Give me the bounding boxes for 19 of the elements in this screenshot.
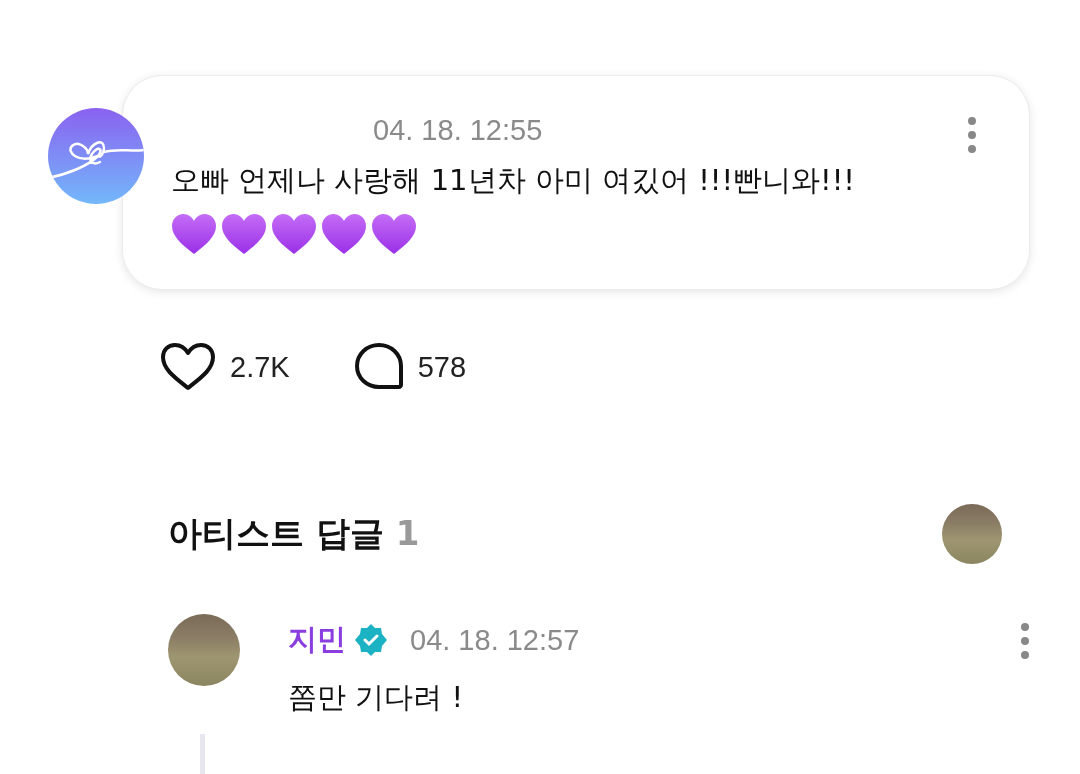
more-options-icon[interactable] (1020, 622, 1030, 660)
heart-emoji (221, 213, 267, 255)
more-options-icon[interactable] (967, 116, 977, 154)
comment-text: 오빠 언제나 사랑해 11년차 아미 여깄어 !!!빤니와!!! (171, 162, 856, 199)
reply-text: 쫌만 기다려 ! (288, 679, 465, 716)
speech-bubble-icon[interactable] (353, 342, 404, 392)
heart-icon[interactable] (160, 342, 216, 392)
reply-count: 578 (417, 350, 467, 384)
timestamp: 04. 18. 12:55 (373, 114, 543, 147)
artist-avatar-photo[interactable] (942, 504, 1002, 564)
like-count: 2.7K (230, 350, 290, 384)
section-title: 아티스트 답글 (168, 513, 384, 553)
reply-count: 1 (395, 513, 420, 553)
timestamp: 04. 18. 12:57 (410, 623, 580, 657)
heart-emoji (271, 213, 317, 255)
heart-emoji (321, 213, 367, 255)
heart-emoji (171, 213, 217, 255)
artist-name[interactable]: 지민 (288, 620, 346, 660)
heart-emoji (371, 213, 417, 255)
